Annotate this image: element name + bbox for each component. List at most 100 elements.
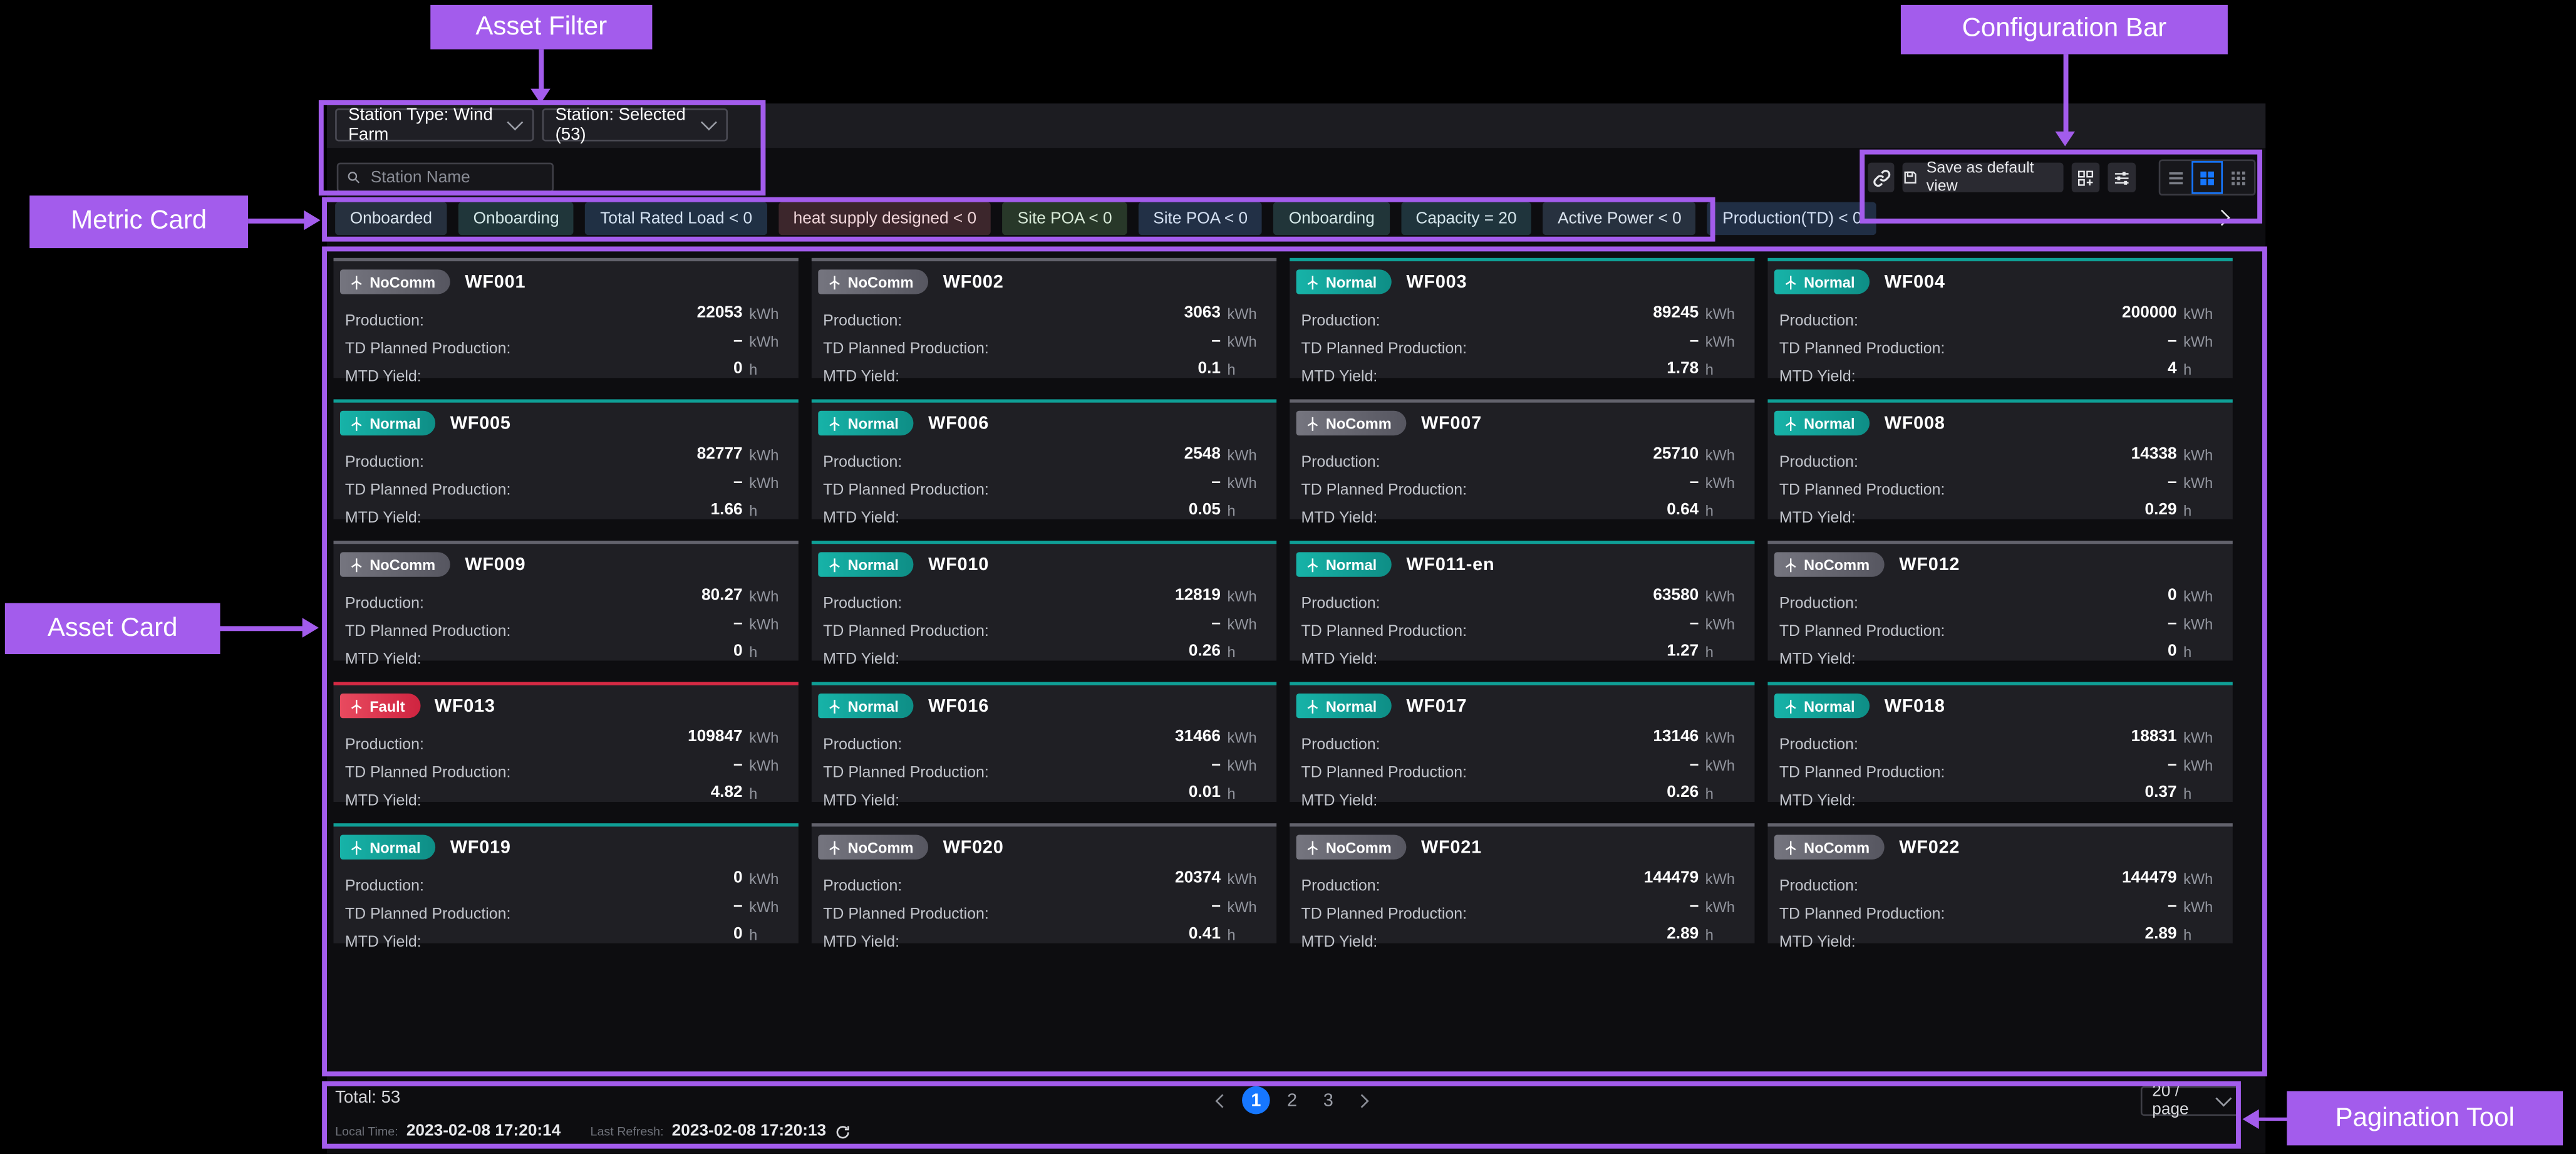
metric-settings-button[interactable] bbox=[2108, 163, 2136, 192]
status-label: Normal bbox=[370, 415, 420, 431]
asset-card-WF003[interactable]: Normal WF003 Production: 89245 kWh TD Pl… bbox=[1290, 258, 1754, 378]
metric-chip[interactable]: Total Rated Load < 0 bbox=[586, 202, 767, 235]
status-label: Fault bbox=[370, 698, 405, 714]
wind-turbine-icon bbox=[826, 839, 842, 855]
td-planned-production-unit: kWh bbox=[749, 333, 789, 350]
compact-grid-view-button[interactable] bbox=[2223, 161, 2254, 194]
production-unit: kWh bbox=[1705, 306, 1745, 322]
production-label: Production: bbox=[345, 878, 424, 896]
add-widget-button[interactable] bbox=[2072, 163, 2100, 192]
mtd-yield-unit: h bbox=[1227, 644, 1266, 660]
status-label: Normal bbox=[848, 698, 899, 714]
mtd-yield-unit: h bbox=[1705, 361, 1745, 378]
metric-chip[interactable]: Onboarded bbox=[335, 202, 447, 235]
status-badge: Normal bbox=[818, 411, 913, 435]
production-unit: kWh bbox=[749, 306, 789, 322]
production-value: 20374 bbox=[1175, 870, 1221, 888]
mtd-yield-value: 4.82 bbox=[711, 784, 743, 802]
metric-chip[interactable]: Capacity = 20 bbox=[1401, 202, 1531, 235]
status-label: Normal bbox=[1804, 698, 1854, 714]
chips-scroll-right-icon[interactable] bbox=[2216, 209, 2230, 228]
production-value: 200000 bbox=[2122, 304, 2177, 322]
asset-name: WF001 bbox=[465, 272, 525, 291]
last-refresh-label: Last Refresh: bbox=[591, 1124, 664, 1139]
asset-card-WF018[interactable]: Normal WF018 Production: 18831 kWh TD Pl… bbox=[1767, 682, 2232, 802]
mtd-yield-unit: h bbox=[1705, 786, 1745, 802]
status-badge: NoComm bbox=[1774, 835, 1885, 860]
mtd-yield-value: 2.89 bbox=[2145, 925, 2177, 943]
chevron-down-icon bbox=[2215, 1091, 2232, 1107]
td-planned-production-unit: kWh bbox=[1227, 899, 1266, 915]
next-page-button[interactable] bbox=[1350, 1086, 1373, 1115]
page-size-dropdown[interactable]: 20 / page bbox=[2141, 1086, 2241, 1116]
previous-page-button[interactable] bbox=[1211, 1086, 1234, 1115]
asset-card-WF016[interactable]: Normal WF016 Production: 31466 kWh TD Pl… bbox=[812, 682, 1276, 802]
station-type-dropdown[interactable]: Station Type: Wind Farm bbox=[335, 108, 534, 141]
metric-chip[interactable]: Onboarding bbox=[458, 202, 574, 235]
metric-chip[interactable]: Production(TD) < 0 bbox=[1708, 202, 1877, 235]
dashboard-screenshot: Station Type: Wind Farm Station: Selecte… bbox=[0, 0, 2576, 1153]
metric-chip[interactable]: Active Power < 0 bbox=[1543, 202, 1697, 235]
production-label: Production: bbox=[345, 454, 424, 472]
production-value: 80.27 bbox=[701, 586, 743, 605]
asset-card-WF020[interactable]: NoComm WF020 Production: 20374 kWh TD Pl… bbox=[812, 823, 1276, 943]
td-planned-production-label: TD Planned Production: bbox=[823, 905, 989, 923]
asset-card-WF019[interactable]: Normal WF019 Production: 0 kWh TD Planne… bbox=[333, 823, 798, 943]
page-button-3[interactable]: 3 bbox=[1314, 1086, 1342, 1115]
asset-card-WF009[interactable]: NoComm WF009 Production: 80.27 kWh TD Pl… bbox=[333, 541, 798, 660]
td-planned-production-unit: kWh bbox=[1227, 616, 1266, 633]
asset-card-WF001[interactable]: NoComm WF001 Production: 22053 kWh TD Pl… bbox=[333, 258, 798, 378]
mtd-yield-value: 0.29 bbox=[2145, 501, 2177, 519]
refresh-icon[interactable] bbox=[834, 1123, 851, 1140]
td-planned-production-value: – bbox=[1690, 615, 1699, 633]
asset-name: WF012 bbox=[1899, 554, 1960, 574]
asset-name: WF003 bbox=[1406, 272, 1467, 291]
mtd-yield-label: MTD Yield: bbox=[1301, 651, 1377, 669]
production-label: Production: bbox=[345, 736, 424, 754]
asset-card-WF022[interactable]: NoComm WF022 Production: 144479 kWh TD P… bbox=[1767, 823, 2232, 943]
metric-chip[interactable]: Site POA < 0 bbox=[1003, 202, 1127, 235]
td-planned-production-label: TD Planned Production: bbox=[1779, 623, 1945, 641]
metric-chip[interactable]: heat supply designed < 0 bbox=[778, 202, 991, 235]
asset-card-WF005[interactable]: Normal WF005 Production: 82777 kWh TD Pl… bbox=[333, 399, 798, 519]
status-label: Normal bbox=[848, 415, 899, 431]
save-icon bbox=[1903, 169, 1918, 185]
status-badge: NoComm bbox=[1774, 552, 1885, 576]
search-input[interactable] bbox=[368, 167, 544, 188]
page-button-1[interactable]: 1 bbox=[1242, 1086, 1270, 1115]
time-status-row: Local Time: 2023-02-08 17:20:14 Last Ref… bbox=[335, 1123, 851, 1141]
td-planned-production-unit: kWh bbox=[1705, 475, 1745, 491]
metric-chip[interactable]: Site POA < 0 bbox=[1139, 202, 1263, 235]
asset-card-WF017[interactable]: Normal WF017 Production: 13146 kWh TD Pl… bbox=[1290, 682, 1754, 802]
metric-chip[interactable]: Onboarding bbox=[1274, 202, 1389, 235]
mtd-yield-value: 0 bbox=[733, 925, 743, 943]
asset-card-WF004[interactable]: Normal WF004 Production: 200000 kWh TD P… bbox=[1767, 258, 2232, 378]
page-button-2[interactable]: 2 bbox=[1278, 1086, 1306, 1115]
asset-card-WF006[interactable]: Normal WF006 Production: 2548 kWh TD Pla… bbox=[812, 399, 1276, 519]
copy-link-button[interactable] bbox=[1868, 163, 1894, 192]
asset-card-WF007[interactable]: NoComm WF007 Production: 25710 kWh TD Pl… bbox=[1290, 399, 1754, 519]
wind-turbine-icon bbox=[348, 556, 365, 573]
production-label: Production: bbox=[1301, 878, 1380, 896]
save-default-view-button[interactable]: Save as default view bbox=[1903, 163, 2064, 192]
station-dropdown[interactable]: Station: Selected (53) bbox=[542, 108, 728, 141]
asset-card-WF010[interactable]: Normal WF010 Production: 12819 kWh TD Pl… bbox=[812, 541, 1276, 660]
production-unit: kWh bbox=[1227, 447, 1266, 463]
td-planned-production-label: TD Planned Production: bbox=[823, 764, 989, 782]
production-unit: kWh bbox=[2183, 306, 2223, 322]
grid-view-button[interactable] bbox=[2191, 161, 2223, 194]
station-type-value: Station Type: Wind Farm bbox=[348, 105, 509, 145]
station-search[interactable] bbox=[337, 163, 554, 192]
production-unit: kWh bbox=[1227, 871, 1266, 887]
asset-card-WF011-en[interactable]: Normal WF011-en Production: 63580 kWh TD… bbox=[1290, 541, 1754, 660]
chevron-right-icon bbox=[1355, 1093, 1368, 1107]
asset-card-WF002[interactable]: NoComm WF002 Production: 3063 kWh TD Pla… bbox=[812, 258, 1276, 378]
asset-card-WF012[interactable]: NoComm WF012 Production: 0 kWh TD Planne… bbox=[1767, 541, 2232, 660]
list-view-button[interactable] bbox=[2160, 161, 2191, 194]
td-planned-production-unit: kWh bbox=[1705, 333, 1745, 350]
asset-card-WF013[interactable]: Fault WF013 Production: 109847 kWh TD Pl… bbox=[333, 682, 798, 802]
asset-card-WF008[interactable]: Normal WF008 Production: 14338 kWh TD Pl… bbox=[1767, 399, 2232, 519]
chevron-down-icon bbox=[507, 114, 523, 130]
asset-card-WF021[interactable]: NoComm WF021 Production: 144479 kWh TD P… bbox=[1290, 823, 1754, 943]
td-planned-production-value: – bbox=[1690, 897, 1699, 915]
